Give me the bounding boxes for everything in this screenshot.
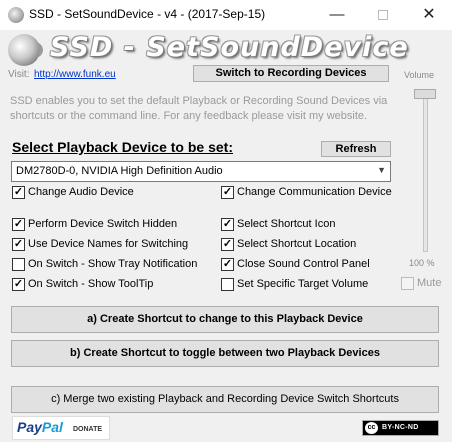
main-panel: SSD - SetSoundDevice Visit: http://www.f… xyxy=(0,30,452,442)
checkbox-mark[interactable]: ✓ xyxy=(12,186,25,199)
merge-shortcuts-button[interactable]: c) Merge two existing Playback and Recor… xyxy=(11,386,439,413)
paypal-logo: PayPal xyxy=(17,419,63,435)
paypal-pay: Pay xyxy=(17,419,42,435)
checkbox-mark[interactable]: ✓ xyxy=(221,186,234,199)
checkbox-label: On Switch - Show Tray Notification xyxy=(28,258,198,270)
donate-label: DONATE xyxy=(73,426,103,433)
visit-label: Visit: xyxy=(8,69,30,80)
checkbox-label: Perform Device Switch Hidden xyxy=(28,218,178,230)
app-logo-text: SSD - SetSoundDevice xyxy=(50,32,409,63)
refresh-button[interactable]: Refresh xyxy=(321,141,391,157)
checkbox-mark[interactable]: ✓ xyxy=(12,278,25,291)
maximize-button[interactable] xyxy=(360,0,406,30)
checkbox-label: Close Sound Control Panel xyxy=(237,258,370,270)
minimize-button[interactable]: — xyxy=(314,0,360,30)
selected-device-value: DM2780D-0, NVIDIA High Definition Audio xyxy=(16,165,223,177)
playback-device-select[interactable]: DM2780D-0, NVIDIA High Definition Audio … xyxy=(11,161,391,182)
checkbox-label: Select Shortcut Icon xyxy=(237,218,336,230)
speaker-logo-icon xyxy=(8,34,43,66)
maximize-icon xyxy=(378,10,388,20)
checkbox-mark[interactable]: ✓ xyxy=(12,238,25,251)
checkbox-mark[interactable] xyxy=(221,278,234,291)
checkbox-mark[interactable]: ✓ xyxy=(12,218,25,231)
checkbox-mark[interactable]: ✓ xyxy=(221,238,234,251)
create-shortcut-toggle-button[interactable]: b) Create Shortcut to toggle between two… xyxy=(11,340,439,367)
checkbox-mark[interactable]: ✓ xyxy=(221,258,234,271)
cc-icon: cc xyxy=(365,422,378,434)
checkbox-mark[interactable] xyxy=(12,258,25,271)
checkbox-label: On Switch - Show ToolTip xyxy=(28,278,154,290)
checkbox-label: Use Device Names for Switching xyxy=(28,238,189,250)
chevron-down-icon: ▼ xyxy=(377,165,386,175)
volume-slider-track[interactable] xyxy=(423,94,428,252)
paypal-pal: Pal xyxy=(41,419,63,435)
description-text: SSD enables you to set the default Playb… xyxy=(8,92,394,130)
device-heading: Select Playback Device to be set: xyxy=(12,139,233,155)
window-title: SSD - SetSoundDevice - v4 - (2017-Sep-15… xyxy=(29,7,266,21)
checkbox-mark[interactable]: ✓ xyxy=(221,218,234,231)
close-button[interactable]: ✕ xyxy=(406,0,452,30)
paypal-donate-button[interactable]: PayPal DONATE xyxy=(12,416,110,440)
title-bar: SSD - SetSoundDevice - v4 - (2017-Sep-15… xyxy=(0,0,452,30)
volume-slider-thumb[interactable] xyxy=(414,89,436,99)
checkbox-label: Select Shortcut Location xyxy=(237,238,357,250)
mute-label: Mute xyxy=(417,277,442,289)
checkbox-label: Change Audio Device xyxy=(28,186,134,198)
mute-checkbox-box[interactable] xyxy=(401,277,414,290)
checkbox-label: Change Communication Device xyxy=(237,186,392,198)
creative-commons-badge[interactable]: cc BY-NC-ND xyxy=(362,420,439,436)
checkbox-label: Set Specific Target Volume xyxy=(237,278,369,290)
website-link[interactable]: http://www.funk.eu xyxy=(34,69,116,80)
volume-label: Volume xyxy=(404,70,435,80)
cc-license-label: BY-NC-ND xyxy=(382,424,419,431)
volume-percent: 100 % xyxy=(409,258,435,268)
app-icon xyxy=(8,7,24,23)
switch-to-recording-button[interactable]: Switch to Recording Devices xyxy=(193,65,389,82)
create-shortcut-change-button[interactable]: a) Create Shortcut to change to this Pla… xyxy=(11,306,439,333)
